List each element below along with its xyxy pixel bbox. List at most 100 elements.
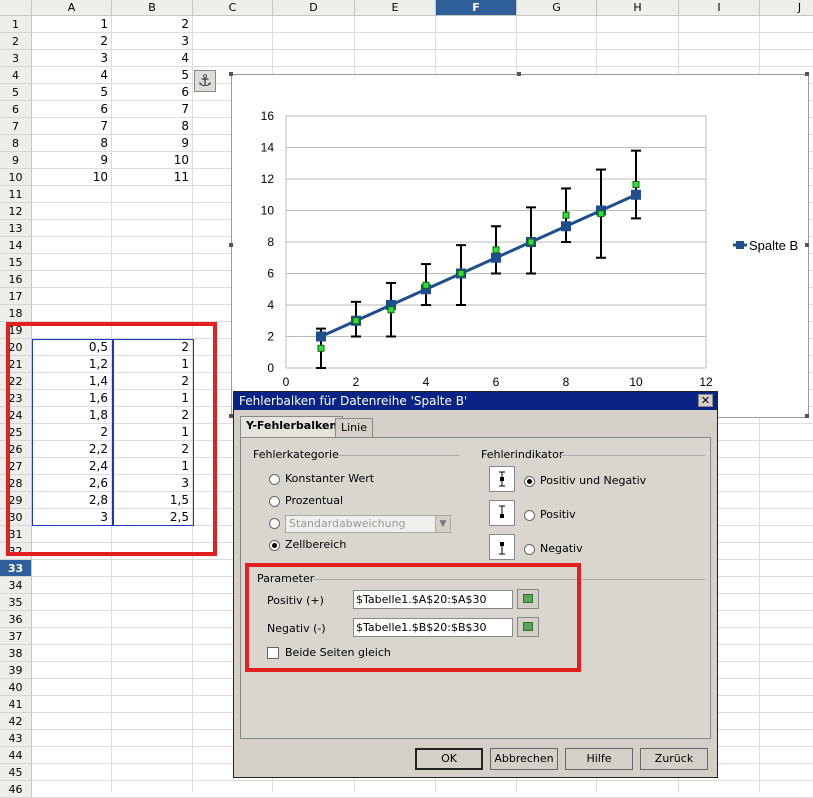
column-header-g[interactable]: G — [517, 0, 597, 16]
row-header[interactable]: 12 — [0, 203, 32, 220]
cell[interactable]: 11 — [112, 169, 193, 186]
row-header[interactable]: 40 — [0, 679, 32, 696]
legend-label: Spalte B — [749, 238, 798, 253]
row-header[interactable]: 41 — [0, 696, 32, 713]
row-header[interactable]: 6 — [0, 101, 32, 118]
anchor-icon[interactable]: ⚓ — [194, 70, 216, 92]
row-header[interactable]: 34 — [0, 577, 32, 594]
y-tick-label: 8 — [267, 235, 274, 249]
resize-handle[interactable] — [805, 243, 809, 247]
cell[interactable]: 8 — [112, 118, 193, 135]
row-header[interactable]: 1 — [0, 16, 32, 33]
indicator-negative-label: Negativ — [540, 542, 583, 555]
row-header[interactable]: 7 — [0, 118, 32, 135]
help-button[interactable]: Hilfe — [565, 748, 633, 770]
cell[interactable]: 7 — [112, 101, 193, 118]
column-header-f[interactable]: F — [436, 0, 517, 16]
select-all-corner[interactable] — [0, 0, 32, 16]
cell[interactable]: 3 — [112, 33, 193, 50]
row-header[interactable]: 13 — [0, 220, 32, 237]
radio-percent[interactable] — [269, 496, 280, 507]
row-header[interactable]: 35 — [0, 594, 32, 611]
tab-line[interactable]: Linie — [335, 418, 373, 437]
row-header[interactable]: 16 — [0, 271, 32, 288]
x-tick-label: 10 — [629, 375, 643, 389]
radio-negative[interactable] — [524, 544, 535, 555]
cell[interactable]: 8 — [32, 135, 112, 152]
column-header-i[interactable]: I — [679, 0, 760, 16]
row-header[interactable]: 42 — [0, 713, 32, 730]
column-header-c[interactable]: C — [193, 0, 273, 16]
green-point — [527, 238, 535, 246]
resize-handle[interactable] — [805, 72, 809, 76]
x-tick-label: 6 — [493, 375, 500, 389]
resize-handle[interactable] — [517, 72, 521, 76]
cell[interactable]: 3 — [32, 50, 112, 67]
cell[interactable]: 10 — [112, 152, 193, 169]
row-header[interactable]: 15 — [0, 254, 32, 271]
row-header[interactable]: 4 — [0, 67, 32, 84]
column-header-d[interactable]: D — [273, 0, 355, 16]
cell[interactable]: 5 — [32, 84, 112, 101]
cell[interactable]: 1 — [32, 16, 112, 33]
cell[interactable]: 5 — [112, 67, 193, 84]
row-header[interactable]: 44 — [0, 747, 32, 764]
reset-button[interactable]: Zurück — [640, 748, 708, 770]
row-header[interactable]: 43 — [0, 730, 32, 747]
cell[interactable]: 9 — [112, 135, 193, 152]
row-header[interactable]: 3 — [0, 50, 32, 67]
cell[interactable]: 6 — [112, 84, 193, 101]
row-header[interactable]: 46 — [0, 781, 32, 798]
cell[interactable]: 6 — [32, 101, 112, 118]
radio-positive[interactable] — [524, 510, 535, 521]
cell[interactable]: 2 — [112, 16, 193, 33]
row-header[interactable]: 5 — [0, 84, 32, 101]
row-header[interactable]: 36 — [0, 611, 32, 628]
radio-constant[interactable] — [269, 474, 280, 485]
cell[interactable]: 4 — [112, 50, 193, 67]
row-header[interactable]: 8 — [0, 135, 32, 152]
ok-button[interactable]: OK — [415, 748, 483, 770]
divider — [559, 455, 705, 456]
chart-frame[interactable]: 0 2 4 6 8 10 12 14 16 0 2 4 6 8 10 12 Spalte B — [231, 74, 809, 418]
row-header[interactable]: 2 — [0, 33, 32, 50]
data-point — [491, 252, 501, 263]
row-header[interactable]: 45 — [0, 764, 32, 781]
radio-function[interactable] — [269, 518, 280, 529]
green-point — [562, 211, 570, 219]
column-header-e[interactable]: E — [355, 0, 436, 16]
tab-y-error-bars[interactable]: Y-Fehlerbalken — [240, 416, 344, 438]
column-header-b[interactable]: B — [112, 0, 193, 16]
close-icon[interactable]: ✕ — [698, 394, 713, 407]
row-header[interactable]: 37 — [0, 628, 32, 645]
radio-positive-and-negative[interactable] — [524, 476, 535, 487]
cell[interactable]: 10 — [32, 169, 112, 186]
radio-cell-range[interactable] — [269, 540, 280, 551]
column-header-j[interactable]: J — [760, 0, 813, 16]
column-header-h[interactable]: H — [597, 0, 679, 16]
negative-indicator-icon — [489, 534, 515, 560]
row-header[interactable]: 17 — [0, 288, 32, 305]
resize-handle[interactable] — [229, 243, 233, 247]
row-header[interactable]: 9 — [0, 152, 32, 169]
y-tick-label: 2 — [267, 330, 274, 344]
cell[interactable]: 4 — [32, 67, 112, 84]
cell[interactable]: 2 — [32, 33, 112, 50]
row-header[interactable]: 10 — [0, 169, 32, 186]
cancel-button[interactable]: Abbrechen — [490, 748, 558, 770]
row-header[interactable]: 18 — [0, 305, 32, 322]
y-tick-label: 16 — [261, 109, 275, 123]
column-header-a[interactable]: A — [32, 0, 112, 16]
cell[interactable]: 7 — [32, 118, 112, 135]
series-line — [320, 193, 637, 338]
function-select[interactable]: Standardabweichung ▼ — [285, 515, 451, 533]
resize-handle[interactable] — [805, 414, 809, 418]
row-header[interactable]: 38 — [0, 645, 32, 662]
dialog-title: Fehlerbalken für Datenreihe 'Spalte B' — [234, 392, 717, 410]
row-header[interactable]: 33 — [0, 560, 32, 577]
row-header[interactable]: 11 — [0, 186, 32, 203]
cell[interactable]: 9 — [32, 152, 112, 169]
row-header[interactable]: 39 — [0, 662, 32, 679]
row-header[interactable]: 14 — [0, 237, 32, 254]
resize-handle[interactable] — [229, 72, 233, 76]
